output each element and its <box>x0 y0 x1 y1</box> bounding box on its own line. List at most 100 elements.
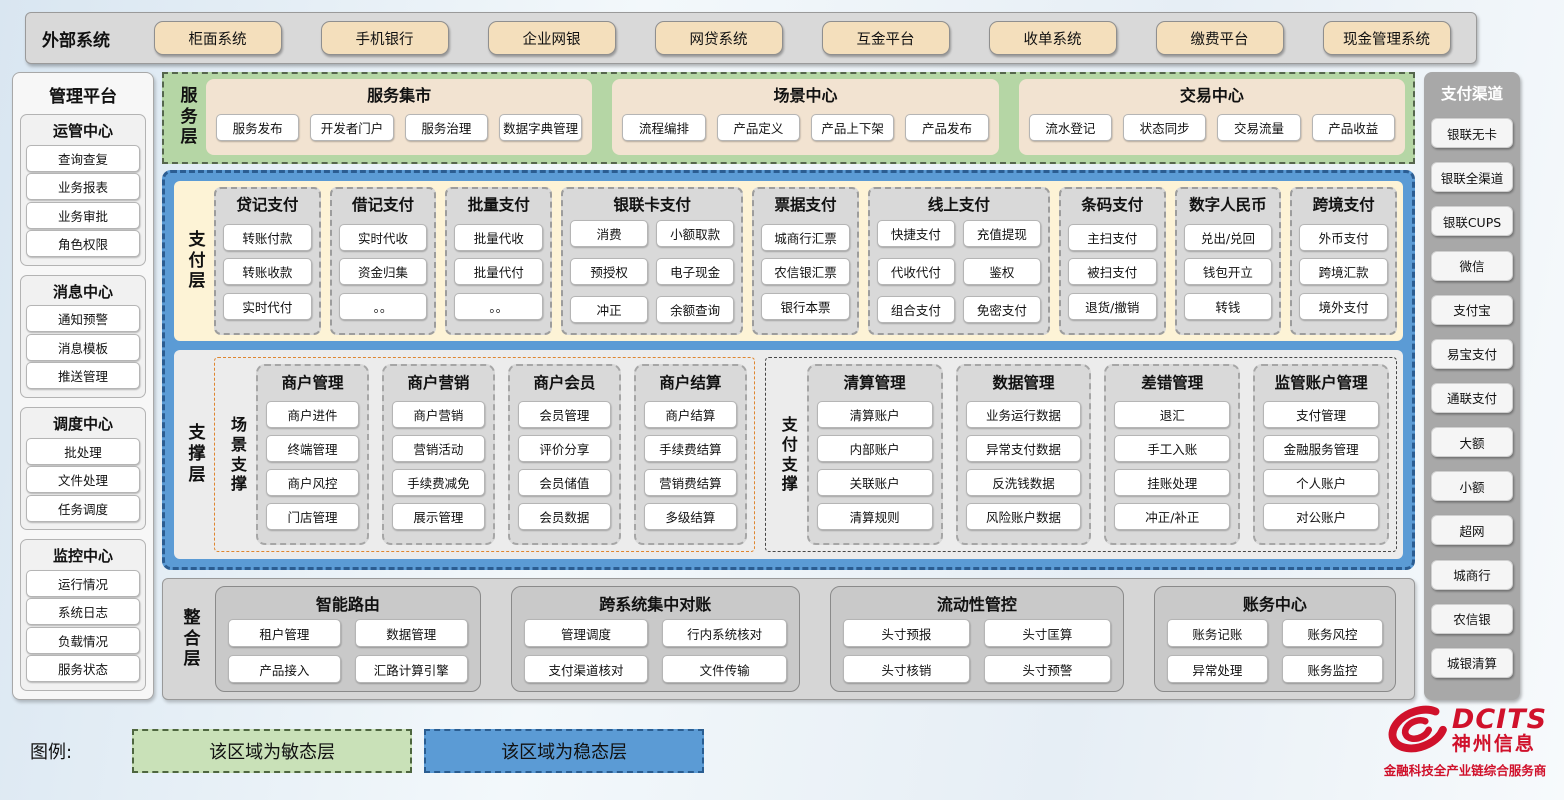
payment-item-box: 境外支付 <box>1299 293 1388 320</box>
integration-item-box: 异常处理 <box>1167 655 1268 683</box>
payment-category-title: 票据支付 <box>761 193 850 215</box>
payment-channel-box: 小额 <box>1431 471 1513 501</box>
payment-item-box: 免密支付 <box>963 296 1041 323</box>
scene-support-category: 商户结算商户结算手续费结算营销费结算多级结算 <box>634 364 747 545</box>
service-group-items: 服务发布开发者门户服务治理数据字典管理 <box>216 106 582 148</box>
integration-group-items: 头寸预报头寸匡算头寸核销头寸预警 <box>843 619 1111 683</box>
payment-item-box: 预授权 <box>570 258 648 285</box>
external-systems-label: 外部系统 <box>42 26 134 51</box>
legend-agile-box: 该区域为敏态层 <box>132 729 412 773</box>
payment-category-items: 兑出/兑回钱包开立转钱 <box>1184 216 1273 327</box>
management-item-box: 通知预警 <box>26 305 140 332</box>
service-group: 服务集市服务发布开发者门户服务治理数据字典管理 <box>206 79 592 155</box>
payment-support-label: 支付支撑 <box>780 415 800 493</box>
management-section-items: 通知预警消息模板推送管理 <box>26 304 140 391</box>
scene-support-item-box: 评价分享 <box>518 435 611 462</box>
integration-groups: 智能路由租户管理数据管理产品接入汇路计算引擎跨系统集中对账管理调度行内系统核对支… <box>209 586 1402 692</box>
payment-channel-box: 支付宝 <box>1431 295 1513 325</box>
logo-tagline: 金融科技全产业链综合服务商 <box>1384 760 1547 779</box>
service-group-title: 交易中心 <box>1029 82 1395 106</box>
service-item-box: 产品上下架 <box>811 114 894 141</box>
payment-category-items: 消费小额取款预授权电子现金冲正余额查询 <box>570 216 734 327</box>
scene-support-item-box: 商户风控 <box>266 469 359 496</box>
payment-channels-panel: 支付渠道 银联无卡银联全渠道银联CUPS微信支付宝易宝支付通联支付大额小额超网城… <box>1424 72 1520 700</box>
payment-category-items: 转账付款转账收款实时代付 <box>223 216 312 327</box>
payment-support-category-title: 数据管理 <box>966 371 1082 393</box>
scene-support-item-box: 商户进件 <box>266 401 359 428</box>
legend-stable-box: 该区域为稳态层 <box>424 729 704 773</box>
integration-item-box: 数据管理 <box>355 619 468 647</box>
payment-item-box: 银行本票 <box>761 293 850 320</box>
payment-category: 条码支付主扫支付被扫支付退货/撤销 <box>1059 187 1166 335</box>
payment-support-item-box: 业务运行数据 <box>966 401 1082 428</box>
external-system-box: 网贷系统 <box>655 21 783 55</box>
management-item-box: 负载情况 <box>26 627 140 654</box>
management-item-box: 推送管理 <box>26 362 140 389</box>
scene-support-category-items: 商户进件终端管理商户风控门店管理 <box>266 394 359 537</box>
management-section: 消息中心通知预警消息模板推送管理 <box>20 275 146 398</box>
external-system-box: 手机银行 <box>321 21 449 55</box>
payment-layer: 支付层 贷记支付转账付款转账收款实时代付借记支付实时代收资金归集。。批量支付批量… <box>174 181 1403 341</box>
scene-support-item-box: 商户结算 <box>644 401 737 428</box>
service-groups: 服务集市服务发布开发者门户服务治理数据字典管理场景中心流程编排产品定义产品上下架… <box>206 79 1405 155</box>
scene-support-categories: 商户管理商户进件终端管理商户风控门店管理商户营销商户营销营销活动手续费减免展示管… <box>256 364 747 545</box>
payment-item-box: 实时代付 <box>223 293 312 320</box>
logo-company: 神州信息 <box>1452 734 1547 755</box>
integration-group-title: 流动性管控 <box>843 591 1111 615</box>
stable-region: 支付层 贷记支付转账付款转账收款实时代付借记支付实时代收资金归集。。批量支付批量… <box>162 170 1415 570</box>
logo-brand: DCITS <box>1452 705 1547 734</box>
payment-category: 批量支付批量代收批量代付。。 <box>445 187 552 335</box>
management-item-box: 查询查复 <box>26 145 140 172</box>
payment-channels-list: 银联无卡银联全渠道银联CUPS微信支付宝易宝支付通联支付大额小额超网城商行农信银… <box>1431 104 1513 692</box>
external-system-box: 缴费平台 <box>1156 21 1284 55</box>
payment-category-items: 主扫支付被扫支付退货/撤销 <box>1068 216 1157 327</box>
scene-support-category-items: 商户营销营销活动手续费减免展示管理 <box>392 394 485 537</box>
scene-support-item-box: 门店管理 <box>266 503 359 530</box>
scene-support-category-items: 商户结算手续费结算营销费结算多级结算 <box>644 394 737 537</box>
support-zones: 场景支撑 商户管理商户进件终端管理商户风控门店管理商户营销商户营销营销活动手续费… <box>214 357 1397 552</box>
legend-label: 图例: <box>30 738 72 764</box>
payment-support-item-box: 支付管理 <box>1263 401 1379 428</box>
payment-channel-box: 易宝支付 <box>1431 339 1513 369</box>
management-item-box: 系统日志 <box>26 598 140 625</box>
payment-item-box: 转账付款 <box>223 224 312 251</box>
integration-group-items: 管理调度行内系统核对支付渠道核对文件传输 <box>524 619 787 683</box>
payment-item-box: 资金归集 <box>339 258 428 285</box>
payment-support-category-items: 支付管理金融服务管理个人账户对公账户 <box>1263 394 1379 537</box>
external-systems-bar: 外部系统 柜面系统手机银行企业网银网贷系统互金平台收单系统缴费平台现金管理系统 <box>25 12 1477 64</box>
payment-category-items: 城商行汇票农信银汇票银行本票 <box>761 216 850 327</box>
payment-channel-box: 城银清算 <box>1431 648 1513 678</box>
scene-support-item-box: 手续费减免 <box>392 469 485 496</box>
payment-support-item-box: 退汇 <box>1114 401 1230 428</box>
payment-item-box: 鉴权 <box>963 258 1041 285</box>
dcits-logo-top: DCITS 神州信息 <box>1383 703 1547 757</box>
service-group: 交易中心流水登记状态同步交易流量产品收益 <box>1019 79 1405 155</box>
management-item-box: 角色权限 <box>26 230 140 257</box>
payment-category: 贷记支付转账付款转账收款实时代付 <box>214 187 321 335</box>
payment-category-title: 借记支付 <box>339 193 428 215</box>
payment-item-box: 快捷支付 <box>877 220 955 247</box>
payment-support-item-box: 异常支付数据 <box>966 435 1082 462</box>
scene-support-item-box: 商户营销 <box>392 401 485 428</box>
management-section-items: 查询查复业务报表业务审批角色权限 <box>26 143 140 259</box>
management-item-box: 业务报表 <box>26 173 140 200</box>
integration-group: 智能路由租户管理数据管理产品接入汇路计算引擎 <box>215 586 481 692</box>
external-system-box: 柜面系统 <box>154 21 282 55</box>
integration-item-box: 头寸预警 <box>984 655 1111 683</box>
payment-support-item-box: 清算规则 <box>817 503 933 530</box>
management-item-box: 任务调度 <box>26 495 140 522</box>
payment-item-box: 实时代收 <box>339 224 428 251</box>
scene-support-category-items: 会员管理评价分享会员储值会员数据 <box>518 394 611 537</box>
payment-layer-label: 支付层 <box>187 230 207 292</box>
payment-support-category-items: 退汇手工入账挂账处理冲正/补正 <box>1114 394 1230 537</box>
scene-support-category-title: 商户营销 <box>392 371 485 393</box>
scene-support-category-title: 商户会员 <box>518 371 611 393</box>
integration-layer-label: 整合层 <box>182 608 202 670</box>
service-item-box: 产品发布 <box>905 114 988 141</box>
integration-group: 账务中心账务记账账务风控异常处理账务监控 <box>1154 586 1396 692</box>
payment-item-box: 电子现金 <box>656 258 734 285</box>
integration-group: 流动性管控头寸预报头寸匡算头寸核销头寸预警 <box>830 586 1124 692</box>
integration-item-box: 头寸预报 <box>843 619 970 647</box>
integration-item-box: 行内系统核对 <box>662 619 787 647</box>
management-section-items: 运行情况系统日志负载情况服务状态 <box>26 568 140 684</box>
